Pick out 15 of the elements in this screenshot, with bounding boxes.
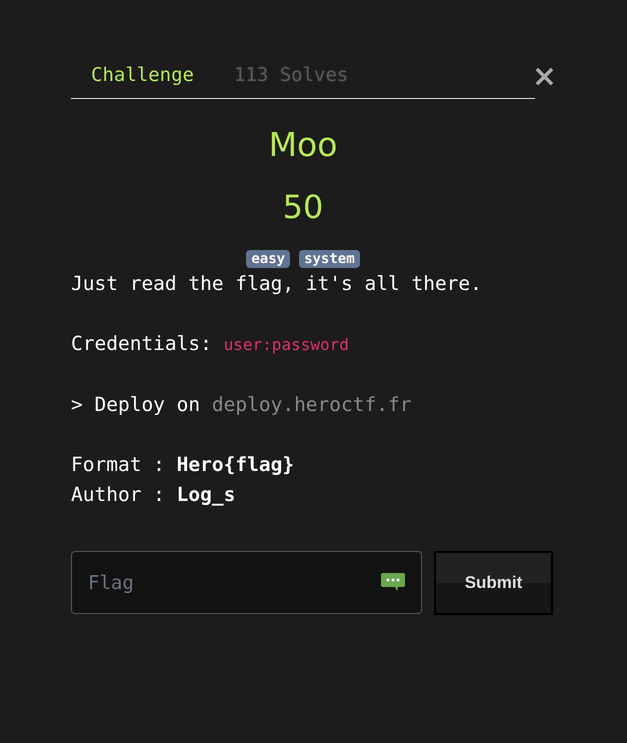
tag: easy bbox=[246, 250, 290, 268]
speech-bubble-icon bbox=[380, 572, 406, 592]
description-text: Just read the flag, it's all there. bbox=[71, 271, 483, 297]
close-button[interactable]: × bbox=[532, 62, 557, 92]
credentials-code: user:password bbox=[224, 335, 349, 354]
challenge-points: 50 bbox=[282, 188, 324, 226]
flag-input-field[interactable]: Flag bbox=[71, 551, 422, 614]
deploy-label: > Deploy on bbox=[71, 393, 200, 416]
submit-button[interactable]: Submit bbox=[434, 551, 553, 615]
tab[interactable]: Challenge bbox=[91, 60, 194, 90]
tag: system bbox=[299, 250, 360, 268]
challenge-title: Moo bbox=[268, 125, 338, 164]
description-text: Format : Hero{flag} Author : Log_s bbox=[71, 452, 296, 508]
credentials-label: Credentials: bbox=[71, 332, 212, 355]
deploy-host: deploy.heroctf.fr bbox=[212, 393, 412, 416]
